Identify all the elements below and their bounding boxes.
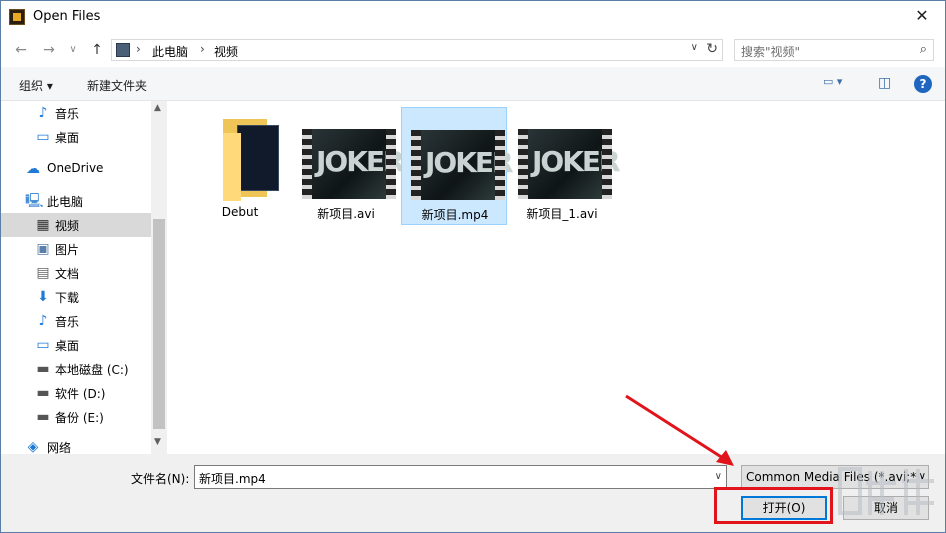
breadcrumb-separator: ›	[200, 42, 205, 56]
file-name: 新项目.avi	[317, 207, 375, 221]
sidebar-item-label: 本地磁盘 (C:)	[55, 363, 129, 377]
sidebar-item-onedrive[interactable]: ☁ OneDrive	[1, 157, 151, 181]
preview-pane-icon[interactable]: ◫	[878, 75, 891, 91]
search-input[interactable]: 搜索"视频" ⌕	[734, 39, 934, 61]
navigation-pane: ♪ 音乐 ▭ 桌面 ☁ OneDrive 🖳 此电脑 ▦ 视频 ▣ 图片 ▤ 文…	[1, 101, 167, 454]
video-thumbnail: JOKER	[518, 129, 621, 199]
help-icon[interactable]: ?	[914, 75, 932, 93]
command-toolbar: 组织 ▾ 新建文件夹 ▭ ▾ ◫	[1, 67, 945, 101]
music-note-icon: ♪	[38, 313, 48, 329]
folder-icon	[223, 119, 281, 201]
sidebar-item-label: 图片	[55, 243, 80, 257]
sidebar-item-network[interactable]: ◈ 网络	[1, 435, 151, 454]
annotation-highlight-box	[714, 487, 833, 524]
sidebar-item-label: 软件 (D:)	[55, 387, 106, 401]
organize-button[interactable]: 组织 ▾	[19, 77, 53, 94]
video-thumbnail: JOKER	[302, 129, 405, 199]
file-name: Debut	[221, 205, 259, 219]
sidebar-item-videos[interactable]: ▦ 视频	[1, 213, 151, 237]
document-icon: ▤	[36, 265, 50, 281]
sidebar-item-label: 音乐	[55, 315, 80, 329]
sidebar-item-label: 视频	[55, 219, 80, 233]
change-view-icon[interactable]: ▭ ▾	[823, 75, 842, 88]
scroll-up-icon[interactable]: ▲	[154, 103, 161, 113]
drive-icon: ▬	[36, 409, 50, 425]
scrollbar-thumb[interactable]	[153, 219, 165, 429]
download-icon: ⬇	[37, 289, 49, 305]
breadcrumb-this-pc[interactable]: 此电脑	[152, 43, 188, 60]
filename-value: 新项目.mp4	[199, 472, 266, 486]
title-bar: Open Files ✕	[1, 1, 945, 33]
address-row: ← → ∨ ↑ › 此电脑 › 视频 ∨ ↻ 搜索"视频" ⌕	[1, 33, 945, 67]
sidebar-item-drive-d[interactable]: ▬ 软件 (D:)	[1, 381, 151, 405]
sidebar-item-label: 文档	[55, 267, 80, 281]
file-item-mp4[interactable]: JOKER 新项目.mp4	[401, 107, 514, 225]
address-bar[interactable]: › 此电脑 › 视频 ∨ ↻	[111, 39, 723, 61]
sidebar-item-label: 下载	[55, 291, 80, 305]
sidebar-item-drive-c[interactable]: ▬ 本地磁盘 (C:)	[1, 357, 151, 381]
network-icon: ◈	[27, 439, 39, 454]
cloud-icon: ☁	[26, 161, 40, 177]
file-name: 新项目_1.avi	[526, 207, 598, 221]
filename-label: 文件名(N):	[131, 472, 190, 486]
file-name: 新项目.mp4	[421, 208, 489, 222]
sidebar-item-music[interactable]: ♪ 音乐	[1, 309, 151, 333]
file-item-avi-1[interactable]: JOKER 新项目_1.avi	[509, 107, 621, 225]
sidebar-item-label: OneDrive	[47, 161, 104, 175]
back-button[interactable]: ←	[11, 40, 31, 60]
drive-icon: ▬	[36, 385, 50, 401]
sidebar-item-label: 音乐	[55, 107, 80, 121]
up-button[interactable]: ↑	[87, 40, 107, 60]
sidebar-item-label: 备份 (E:)	[55, 411, 104, 425]
pictures-icon: ▣	[36, 241, 50, 257]
forward-button[interactable]: →	[39, 40, 59, 60]
computer-icon: 🖳	[25, 193, 44, 209]
search-icon[interactable]: ⌕	[920, 42, 927, 57]
desktop-icon: ▭	[36, 337, 50, 353]
sidebar-item-pictures[interactable]: ▣ 图片	[1, 237, 151, 261]
file-item-debut[interactable]: Debut	[187, 107, 293, 225]
sidebar-item-desktop[interactable]: ▭ 桌面	[1, 125, 151, 149]
file-item-avi[interactable]: JOKER 新项目.avi	[293, 107, 405, 225]
recent-locations-button[interactable]: ∨	[63, 40, 83, 60]
watermark-logo	[838, 467, 934, 515]
sidebar-item-music[interactable]: ♪ 音乐	[1, 101, 151, 125]
sidebar-item-label: 桌面	[55, 131, 80, 145]
sidebar-item-this-pc[interactable]: 🖳 此电脑	[1, 189, 151, 213]
drive-icon: ▬	[36, 361, 50, 377]
open-files-dialog: Open Files ✕ ← → ∨ ↑ › 此电脑 › 视频 ∨ ↻ 搜索"视…	[0, 0, 946, 533]
sidebar-scrollbar[interactable]: ▲ ▼	[151, 101, 167, 454]
sidebar-item-downloads[interactable]: ⬇ 下载	[1, 285, 151, 309]
video-thumbnail: JOKER	[411, 130, 514, 200]
music-note-icon: ♪	[38, 105, 48, 121]
close-button[interactable]: ✕	[899, 1, 945, 33]
new-folder-button[interactable]: 新建文件夹	[87, 77, 147, 94]
sidebar-item-label: 桌面	[55, 339, 80, 353]
scroll-down-icon[interactable]: ▼	[154, 437, 161, 447]
address-dropdown-icon[interactable]: ∨	[691, 42, 698, 53]
annotation-arrow	[625, 394, 734, 466]
desktop-icon: ▭	[36, 129, 50, 145]
sidebar-item-documents[interactable]: ▤ 文档	[1, 261, 151, 285]
refresh-icon[interactable]: ↻	[706, 41, 718, 57]
video-folder-icon: ▦	[36, 217, 50, 233]
breadcrumb-videos[interactable]: 视频	[214, 43, 238, 60]
sidebar-item-label: 此电脑	[47, 195, 84, 209]
sidebar-item-desktop[interactable]: ▭ 桌面	[1, 333, 151, 357]
window-title: Open Files	[33, 9, 101, 24]
breadcrumb-separator: ›	[136, 42, 141, 56]
chevron-down-icon[interactable]: ∨	[715, 471, 722, 482]
video-folder-icon	[116, 43, 130, 57]
app-icon	[9, 9, 25, 25]
file-list: Debut JOKER 新项目.avi JOKER 新项目.mp4 JOKER …	[167, 101, 945, 454]
search-placeholder: 搜索"视频"	[741, 45, 801, 59]
sidebar-item-drive-e[interactable]: ▬ 备份 (E:)	[1, 405, 151, 429]
sidebar-item-label: 网络	[47, 441, 72, 454]
